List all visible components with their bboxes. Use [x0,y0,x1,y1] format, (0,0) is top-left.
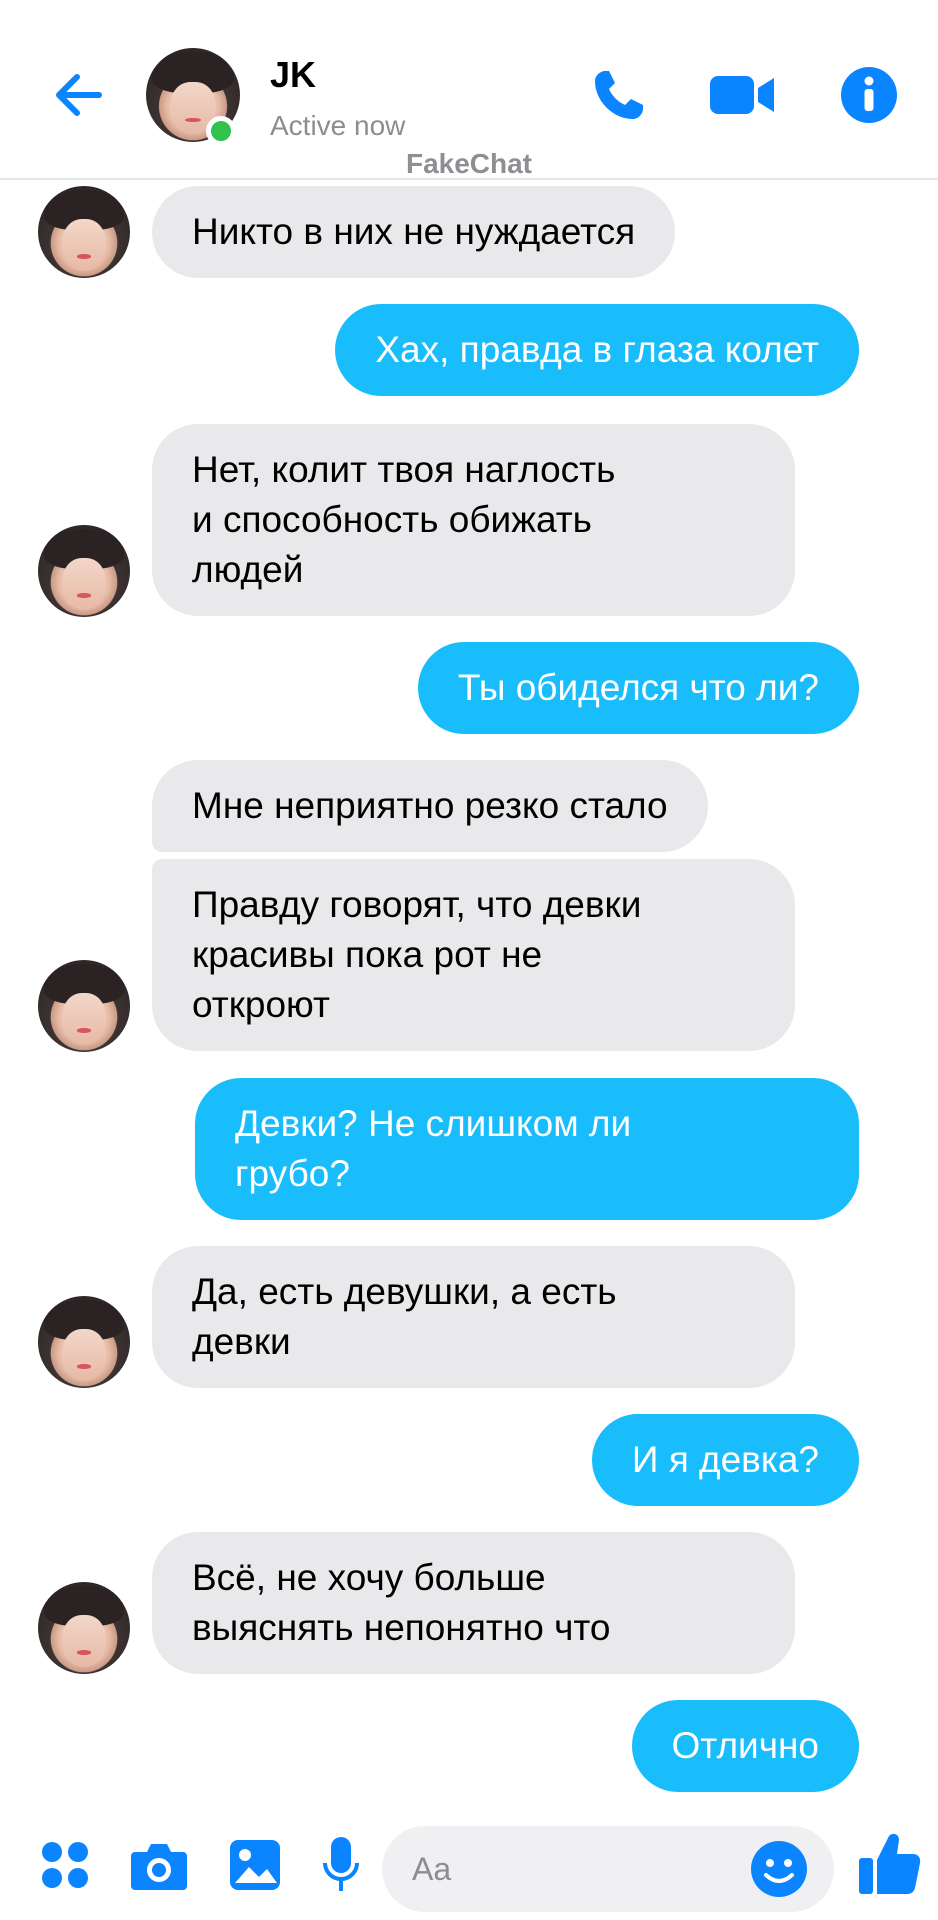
message-text: Хах, правда в глаза колет [375,329,819,370]
message-bubble-incoming[interactable]: Да, есть девушки, а есть девки [152,1246,795,1388]
sender-avatar[interactable] [38,525,130,617]
video-camera-icon [710,76,774,114]
message-bubble-outgoing[interactable]: Девки? Не слишком ли грубо? [195,1078,859,1220]
message-bubble-incoming[interactable]: Мне неприятно резко стало [152,760,708,852]
message-composer [0,1808,938,1920]
gallery-button[interactable] [220,1830,290,1900]
sender-avatar[interactable] [38,960,130,1052]
message-text: Всё, не хочу больше выяснять непонятно ч… [192,1557,611,1648]
sender-avatar[interactable] [38,1296,130,1388]
active-status-text: Active now [270,110,406,141]
message-text: Нет, колит твоя наглость и способность о… [192,449,616,590]
message-bubble-incoming[interactable]: Никто в них не нуждается [152,186,676,278]
phone-icon [595,71,643,119]
video-call-button[interactable] [708,60,778,130]
message-text: Никто в них не нуждается [192,211,636,252]
message-text: Правду говорят, что девки красивы пока р… [192,884,642,1025]
message-list[interactable]: Никто в них не нуждается Хах, правда в г… [0,182,938,1804]
thumbs-up-icon [859,1833,921,1894]
message-bubble-outgoing[interactable]: И я девка? [591,1414,859,1506]
sender-avatar[interactable] [38,1582,130,1674]
message-bubble-incoming[interactable]: Нет, колит твоя наглость и способность о… [152,424,795,616]
emoji-button[interactable] [744,1834,814,1904]
chat-header: JK Active now FakeChat [0,0,938,180]
menu-dots-icon [42,1842,88,1888]
camera-icon [131,1844,187,1890]
message-input-container[interactable] [382,1826,834,1912]
message-input[interactable] [412,1826,742,1912]
message-text: Девки? Не слишком ли грубо? [235,1103,632,1194]
voice-message-button[interactable] [306,1830,376,1900]
active-status-dot [206,116,236,146]
message-text: Ты обиделся что ли? [457,667,819,708]
message-bubble-outgoing[interactable]: Хах, правда в глаза колет [335,304,859,396]
like-button[interactable] [850,1822,928,1904]
gallery-icon [230,1840,280,1890]
watermark: FakeChat [405,148,533,179]
sender-avatar[interactable] [38,186,130,278]
more-actions-button[interactable] [30,1830,100,1900]
back-arrow-icon [56,74,102,116]
message-text: Отлично [671,1725,819,1766]
message-text: Да, есть девушки, а есть девки [192,1271,617,1362]
emoji-icon [751,1841,807,1897]
back-button[interactable] [44,60,114,130]
message-text: Мне неприятно резко стало [192,785,668,826]
camera-button[interactable] [124,1830,194,1900]
contact-name[interactable]: JK [270,54,316,96]
message-bubble-outgoing[interactable]: Отлично [631,1700,859,1792]
message-bubble-incoming[interactable]: Правду говорят, что девки красивы пока р… [152,859,795,1051]
message-text: И я девка? [631,1439,819,1480]
info-button[interactable] [834,60,904,130]
info-icon [841,67,897,123]
message-bubble-incoming[interactable]: Всё, не хочу больше выяснять непонятно ч… [152,1532,795,1674]
message-bubble-outgoing[interactable]: Ты обиделся что ли? [417,642,859,734]
microphone-icon [323,1837,359,1891]
voice-call-button[interactable] [584,60,654,130]
